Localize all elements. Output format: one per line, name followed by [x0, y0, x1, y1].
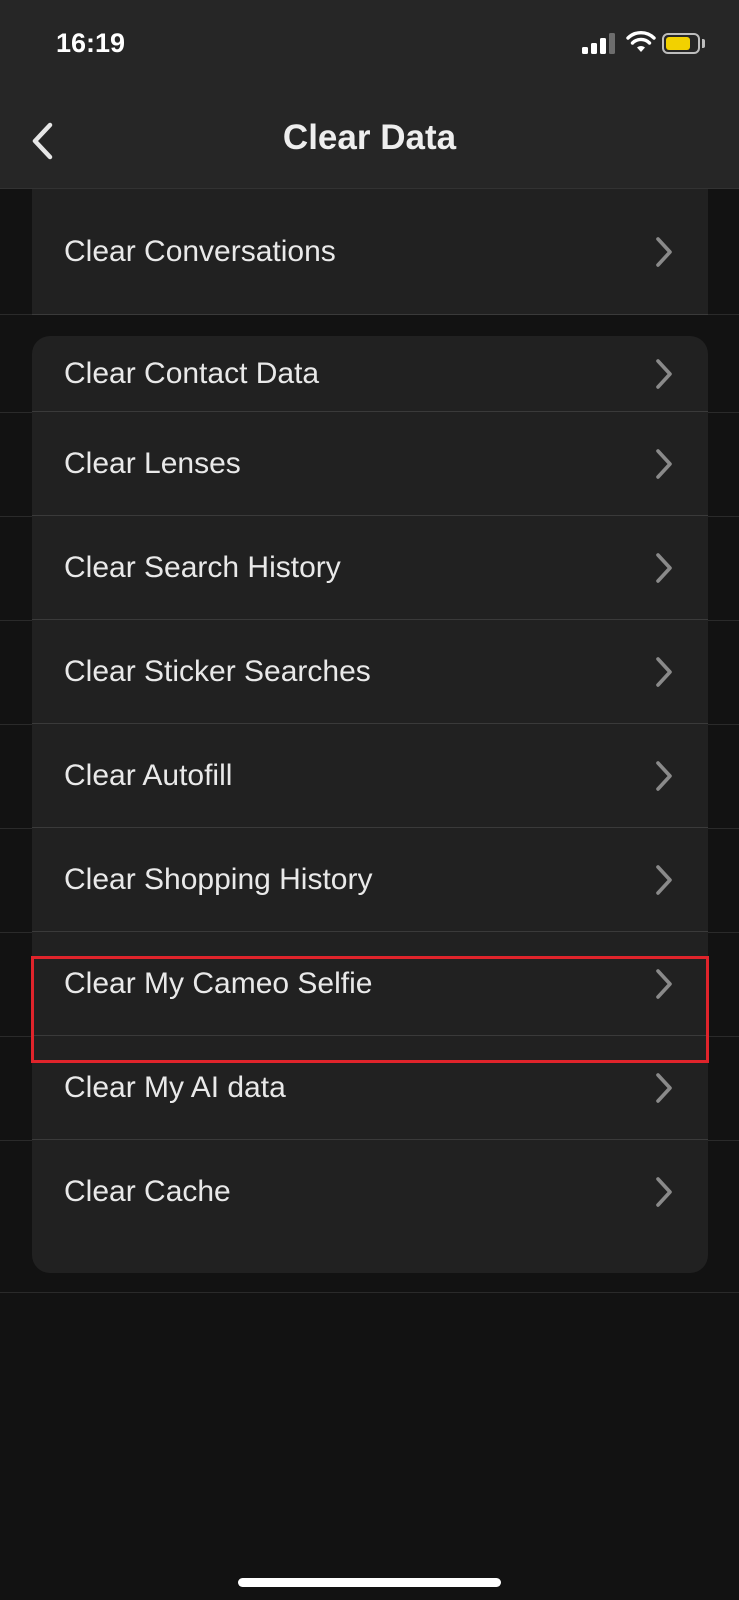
list-item-clear-cache[interactable]: Clear Cache	[32, 1140, 708, 1244]
list-item-label: Clear Contact Data	[64, 357, 320, 390]
list-item-label: Clear Search History	[64, 551, 341, 584]
list-item-clear-autofill[interactable]: Clear Autofill	[32, 724, 708, 828]
chevron-right-icon	[656, 657, 672, 687]
chevron-right-icon	[656, 553, 672, 583]
home-indicator	[238, 1578, 501, 1587]
list-item-label: Clear Shopping History	[64, 863, 373, 896]
chevron-right-icon	[656, 865, 672, 895]
list-item-label: Clear Lenses	[64, 447, 241, 480]
chevron-right-icon	[656, 449, 672, 479]
page-title: Clear Data	[282, 118, 457, 157]
screen: 16:19 Clear Data Clear Conversations Cle…	[0, 0, 739, 1600]
settings-group-data: Clear Contact Data Clear Lenses Clear Se…	[32, 336, 708, 1273]
chevron-right-icon	[656, 237, 672, 267]
list-item-clear-shopping-history[interactable]: Clear Shopping History	[32, 828, 708, 932]
status-bar: 16:19	[0, 0, 739, 95]
list-item-label: Clear Conversations	[64, 235, 336, 268]
cellular-signal-icon	[582, 32, 618, 54]
list-item-clear-sticker-searches[interactable]: Clear Sticker Searches	[32, 620, 708, 724]
wifi-icon	[626, 31, 656, 52]
status-time: 16:19	[56, 28, 126, 58]
list-item-label: Clear My AI data	[64, 1071, 286, 1104]
chevron-right-icon	[656, 761, 672, 791]
chevron-right-icon	[656, 359, 672, 389]
list-item-label: Clear Autofill	[64, 759, 233, 792]
settings-group-conversations: Clear Conversations	[32, 189, 708, 315]
list-item-clear-conversations[interactable]: Clear Conversations	[32, 189, 708, 315]
nav-bar: Clear Data	[0, 95, 739, 189]
highlight-box	[31, 956, 709, 1063]
battery-icon	[662, 33, 700, 54]
list-item-clear-lenses[interactable]: Clear Lenses	[32, 412, 708, 516]
chevron-right-icon	[656, 1073, 672, 1103]
chevron-right-icon	[656, 1177, 672, 1207]
list-item-clear-contact-data[interactable]: Clear Contact Data	[32, 336, 708, 412]
list-item-clear-search-history[interactable]: Clear Search History	[32, 516, 708, 620]
list-item-label: Clear Sticker Searches	[64, 655, 371, 688]
list-item-label: Clear Cache	[64, 1175, 231, 1208]
battery-cap	[702, 39, 705, 48]
battery-level	[666, 37, 690, 50]
